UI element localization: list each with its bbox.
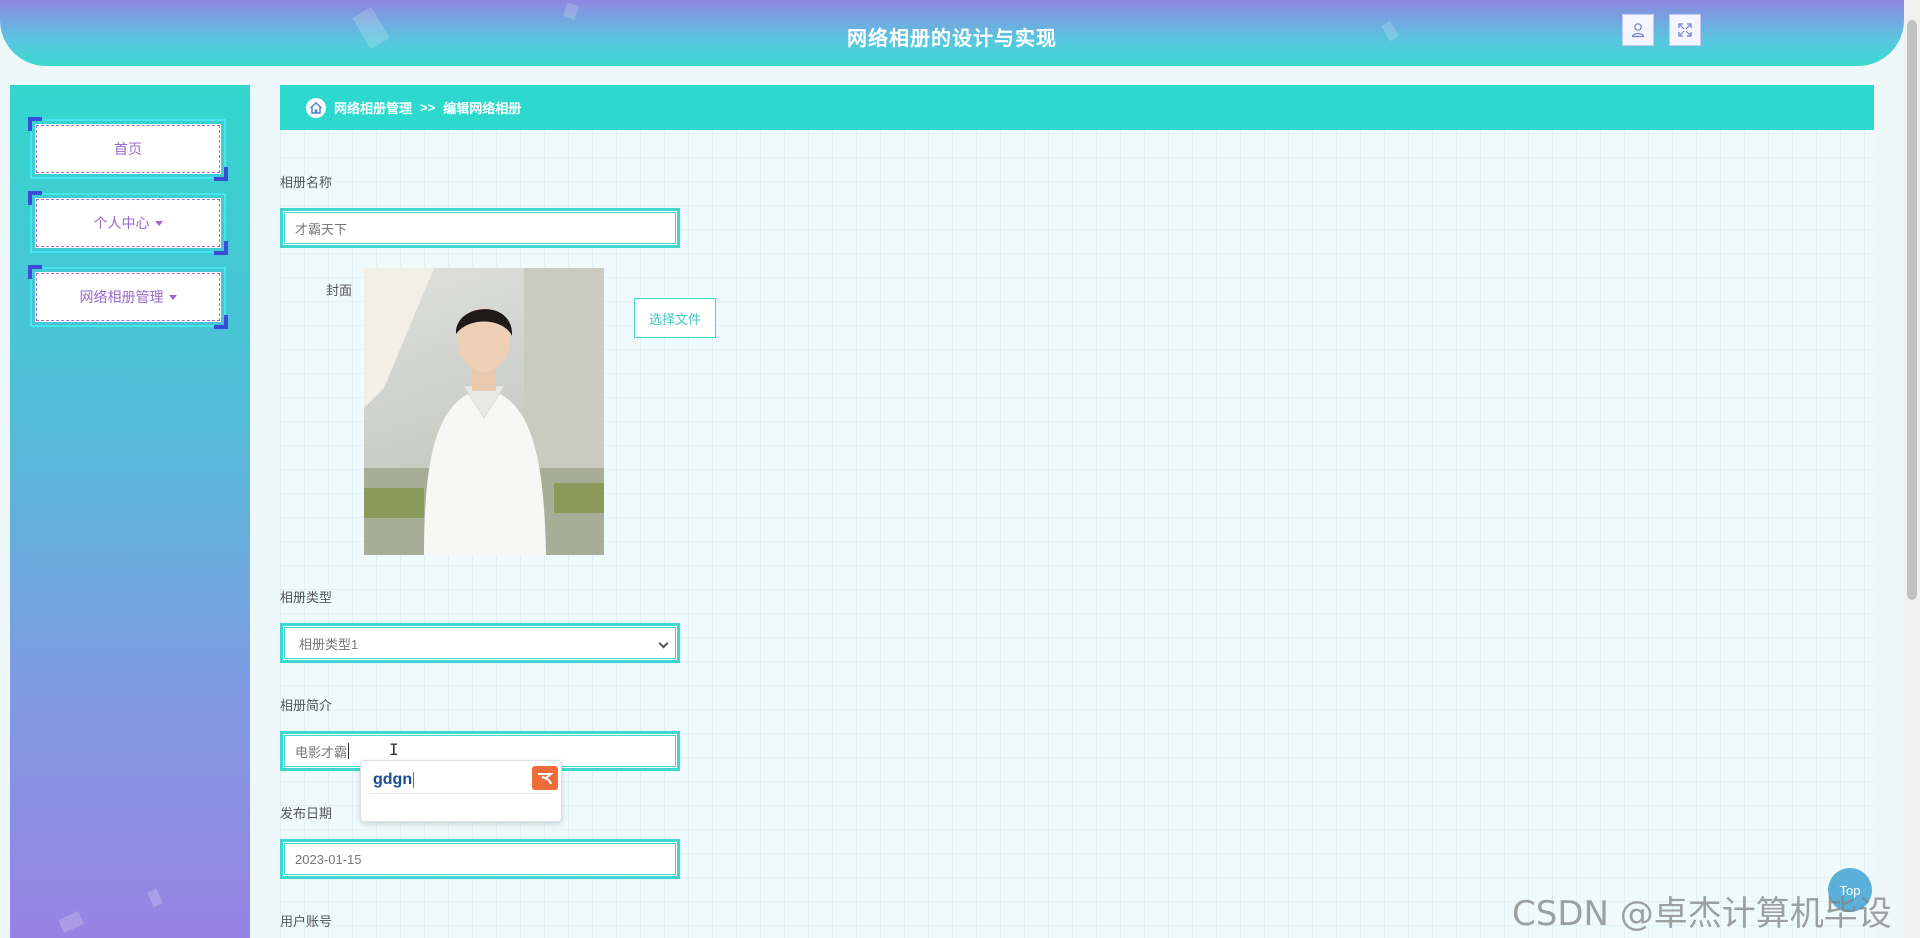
breadcrumb-parent[interactable]: 网络相册管理 — [334, 98, 412, 117]
album-name-label: 相册名称 — [280, 175, 333, 190]
user-account-label: 用户账号 — [280, 914, 333, 929]
decor-shape — [562, 2, 580, 20]
ime-popup[interactable]: gdgn — [360, 760, 562, 822]
chevron-down-icon — [658, 638, 669, 649]
choose-file-button[interactable]: 选择文件 — [634, 298, 716, 338]
sidebar-item-label-box[interactable]: 网络相册管理 — [35, 272, 221, 322]
app-header: 网络相册的设计与实现 — [0, 0, 1904, 66]
user-button[interactable] — [1622, 14, 1654, 46]
watermark: CSDN @卓杰计算机毕设 — [1512, 894, 1892, 934]
sidebar-item-label-box[interactable]: 首页 — [35, 124, 221, 174]
user-icon — [1631, 23, 1645, 38]
sidebar-item-label: 个人中心 — [93, 215, 150, 231]
sidebar-item-label: 网络相册管理 — [79, 289, 164, 305]
page-scrollbar[interactable] — [1904, 0, 1920, 938]
cover-image — [364, 268, 604, 555]
app-title: 网络相册的设计与实现 — [847, 28, 1057, 50]
breadcrumb-current: 编辑网络相册 — [443, 101, 522, 116]
caret-down-icon — [168, 294, 177, 300]
text-cursor-icon: I — [389, 740, 399, 759]
album-type-value: 相册类型1 — [299, 636, 359, 652]
fullscreen-button[interactable] — [1669, 14, 1701, 46]
sidebar-item-album-management[interactable]: 网络相册管理 — [28, 265, 228, 329]
caret-down-icon — [154, 220, 163, 226]
publish-date-input[interactable]: 2023-01-15 — [280, 839, 680, 879]
home-icon[interactable] — [306, 97, 326, 118]
scrollbar-thumb[interactable] — [1907, 20, 1917, 600]
ime-divider — [369, 793, 553, 794]
sidebar: 首页 个人中心 网络相册管理 — [10, 85, 250, 938]
album-type-select[interactable]: 相册类型1 — [280, 623, 680, 663]
publish-date-label: 发布日期 — [280, 806, 333, 821]
album-name-value: 才霸天下 — [295, 221, 348, 237]
ime-logo-icon — [532, 766, 558, 790]
ime-composition: gdgn — [373, 771, 415, 788]
publish-date-value: 2023-01-15 — [295, 851, 362, 867]
sidebar-item-label: 首页 — [114, 141, 142, 157]
decor-shape — [58, 911, 84, 933]
cover-label: 封面 — [326, 283, 353, 298]
text-caret — [348, 743, 350, 759]
breadcrumb: 网络相册管理 >> 编辑网络相册 — [280, 85, 1874, 130]
album-name-input[interactable]: 才霸天下 — [280, 208, 680, 248]
album-type-label: 相册类型 — [280, 590, 333, 605]
album-intro-label: 相册简介 — [280, 698, 333, 713]
sidebar-item-label-box[interactable]: 个人中心 — [35, 198, 221, 248]
sidebar-item-home[interactable]: 首页 — [28, 117, 228, 181]
sidebar-item-personal-center[interactable]: 个人中心 — [28, 191, 228, 255]
breadcrumb-separator: >> — [420, 100, 436, 115]
decor-shape — [147, 888, 163, 908]
album-intro-value: 电影才霸 — [295, 744, 348, 760]
fullscreen-icon — [1678, 23, 1692, 37]
